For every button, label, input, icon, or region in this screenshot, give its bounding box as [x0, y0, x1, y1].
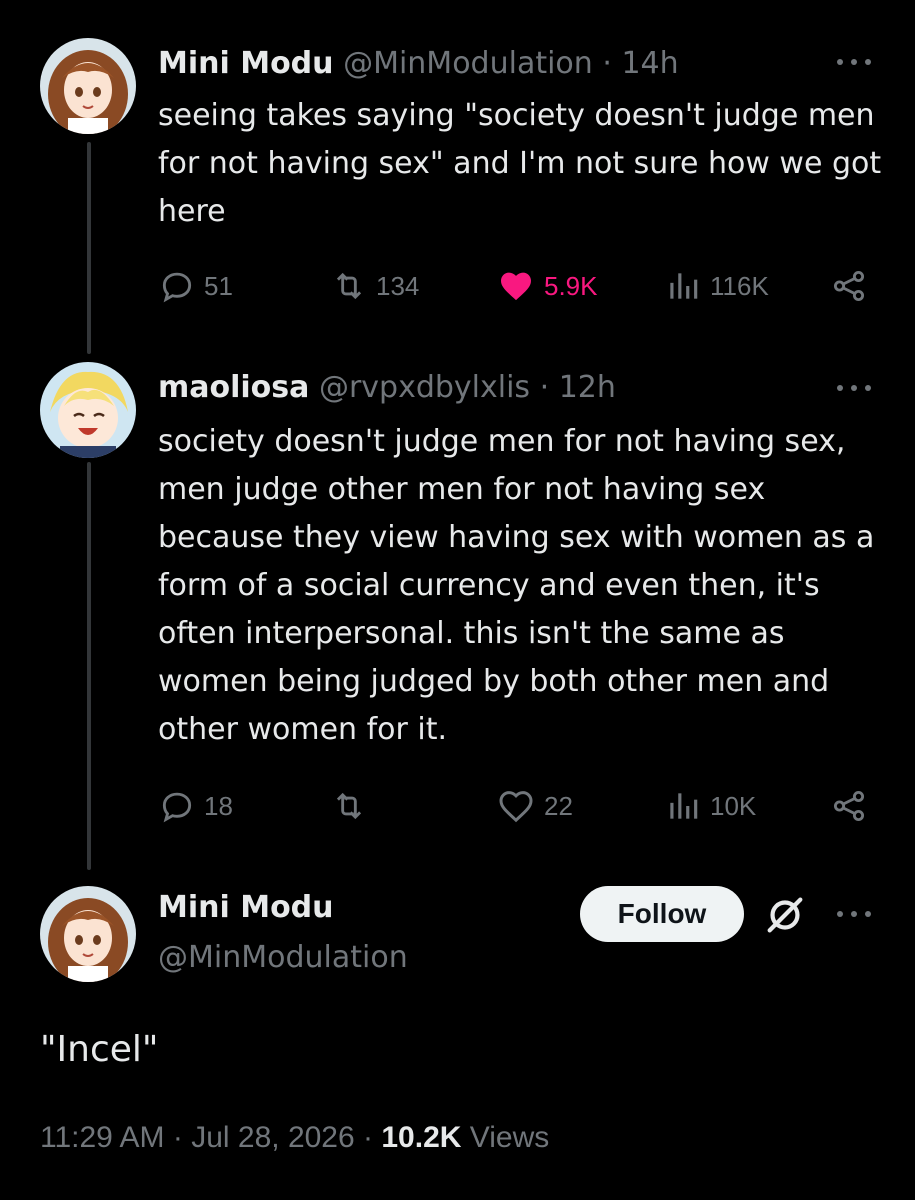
- like-button[interactable]: 22: [496, 786, 573, 826]
- share-icon: [833, 270, 865, 302]
- views-count[interactable]: 10.2K: [381, 1121, 461, 1154]
- separator: ·: [602, 46, 612, 81]
- separator: ·: [363, 1121, 374, 1154]
- thread-line: [87, 462, 91, 870]
- retweet-count: 134: [376, 270, 420, 301]
- grok-icon[interactable]: [762, 892, 808, 942]
- timestamp[interactable]: 14h: [621, 46, 678, 81]
- retweet-button[interactable]: [330, 786, 376, 826]
- separator: ·: [539, 370, 550, 405]
- tweet-header: Mini Modu @MinModulation · 14h: [158, 44, 679, 84]
- avatar[interactable]: [40, 362, 136, 458]
- author-name[interactable]: Mini Modu: [158, 46, 334, 81]
- author-handle[interactable]: @rvpxdbylxlis: [319, 370, 530, 405]
- author-handle[interactable]: @MinModulation: [343, 46, 593, 81]
- follow-button[interactable]: Follow: [580, 886, 744, 942]
- reply-count: 51: [204, 270, 233, 301]
- views-icon: [670, 793, 698, 819]
- retweet-icon: [336, 792, 362, 820]
- reply-icon: [162, 272, 192, 303]
- reply-button[interactable]: 18: [158, 786, 233, 826]
- views-button[interactable]: 10K: [664, 786, 756, 826]
- tweet-text: society doesn't judge men for not having…: [158, 424, 875, 747]
- retweet-icon: [336, 272, 362, 300]
- reply-icon: [162, 792, 192, 823]
- action-bar: 18 22 10K: [158, 786, 878, 826]
- share-button[interactable]: [830, 266, 876, 306]
- avatar[interactable]: [40, 38, 136, 134]
- reply-count: 18: [204, 790, 233, 821]
- tweet-header: maoliosa @rvpxdbylxlis · 12h: [158, 368, 616, 408]
- share-icon: [833, 790, 865, 822]
- action-bar: 51 134 5.9K 116K: [158, 266, 878, 306]
- more-icon[interactable]: [837, 378, 871, 398]
- tweet-text: "Incel": [40, 1029, 159, 1070]
- like-count: 22: [544, 790, 573, 821]
- views-button[interactable]: 116K: [664, 266, 769, 306]
- tweet-meta: 11:29 AM · Jul 28, 2026 · 10.2K Views: [40, 1118, 549, 1158]
- reply-button[interactable]: 51: [158, 266, 233, 306]
- views-icon: [670, 273, 698, 299]
- views-label: Views: [469, 1121, 550, 1154]
- like-icon: [501, 272, 531, 301]
- author-handle[interactable]: @MinModulation: [158, 938, 408, 978]
- like-button[interactable]: 5.9K: [496, 266, 598, 306]
- like-count: 5.9K: [544, 270, 598, 301]
- avatar[interactable]: [40, 886, 136, 982]
- timestamp-date[interactable]: Jul 28, 2026: [191, 1121, 354, 1154]
- share-button[interactable]: [830, 786, 876, 826]
- timestamp[interactable]: 12h: [559, 370, 616, 405]
- like-icon: [499, 791, 533, 823]
- author-name[interactable]: Mini Modu: [158, 888, 334, 928]
- thread-line: [87, 142, 91, 354]
- separator: ·: [172, 1121, 183, 1154]
- author-name[interactable]: maoliosa: [158, 370, 309, 405]
- tweet-text: seeing takes saying "society doesn't jud…: [158, 98, 882, 229]
- timestamp-time[interactable]: 11:29 AM: [40, 1121, 165, 1154]
- more-icon[interactable]: [837, 904, 871, 924]
- views-count: 116K: [710, 270, 769, 301]
- retweet-button[interactable]: 134: [330, 266, 419, 306]
- views-count: 10K: [710, 790, 757, 821]
- more-icon[interactable]: [837, 52, 871, 72]
